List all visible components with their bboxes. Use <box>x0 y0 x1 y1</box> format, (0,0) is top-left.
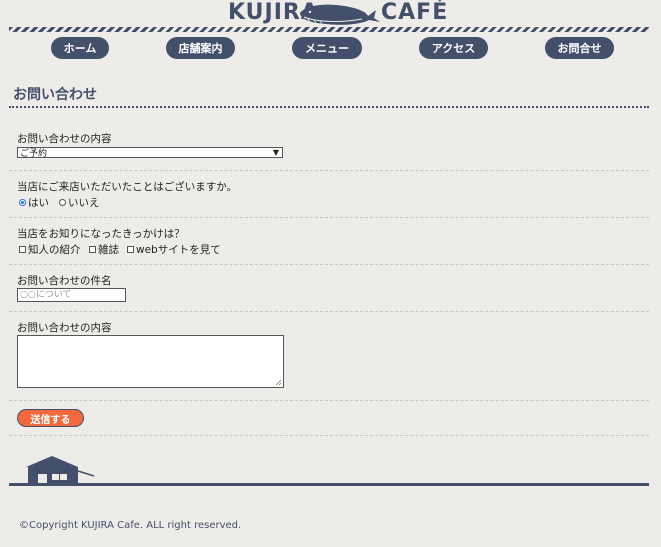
checkbox-web[interactable] <box>127 246 134 253</box>
main-nav: ホーム 店舗案内 メニュー アクセス お問合せ <box>0 37 661 59</box>
inquiry-type-value: ご予約 <box>20 149 48 159</box>
site-logo[interactable]: KUJIRA CAFÉ <box>0 0 661 28</box>
checkbox-magazine[interactable] <box>89 246 96 253</box>
source-option-magazine-label: 雑誌 <box>98 244 119 256</box>
page-title: お問い合わせ <box>13 87 97 103</box>
subject-label: お問い合わせの件名 <box>17 275 112 287</box>
form-divider <box>9 311 649 312</box>
message-textarea[interactable] <box>17 335 284 388</box>
form-divider <box>9 170 649 171</box>
inquiry-type-select[interactable]: ご予約 ▼ <box>17 147 283 159</box>
form-divider <box>9 217 649 218</box>
house-icon <box>26 456 95 484</box>
header-stripe <box>9 27 649 32</box>
title-divider <box>9 106 649 108</box>
copyright-text: ©Copyright KUJIRA Cafe. ALL right reserv… <box>19 520 242 531</box>
nav-contact[interactable]: お問合せ <box>545 37 614 59</box>
checkbox-friend[interactable] <box>19 246 26 253</box>
nav-store-info[interactable]: 店舗案内 <box>166 37 235 59</box>
form-divider <box>9 435 649 436</box>
visited-label: 当店にご来店いただいたことはございますか。 <box>17 181 238 193</box>
nav-menu[interactable]: メニュー <box>292 37 362 59</box>
submit-button[interactable]: 送信する <box>17 409 84 427</box>
nav-home[interactable]: ホーム <box>51 37 109 59</box>
footer-rule <box>9 483 649 486</box>
form-divider <box>9 264 649 265</box>
inquiry-type-label: お問い合わせの内容 <box>17 133 112 145</box>
radio-no[interactable] <box>59 199 66 206</box>
source-label: 当店をお知りになったきっかけは？ <box>17 228 185 240</box>
source-option-magazine[interactable]: 雑誌 <box>89 242 119 257</box>
form-divider <box>9 400 649 401</box>
visited-option-yes-label: はい <box>28 197 49 209</box>
chevron-down-icon: ▼ <box>272 148 279 157</box>
nav-access[interactable]: アクセス <box>419 37 488 59</box>
visited-option-no-label: いいえ <box>68 197 100 209</box>
source-option-web[interactable]: webサイトを見て <box>127 242 221 257</box>
source-option-friend-label: 知人の紹介 <box>28 244 81 256</box>
logo-text-right: CAFÉ <box>381 0 449 25</box>
resize-grip-icon[interactable] <box>275 379 282 386</box>
source-option-friend[interactable]: 知人の紹介 <box>19 242 81 257</box>
radio-yes[interactable] <box>19 199 26 206</box>
visited-option-no[interactable]: いいえ <box>59 195 100 210</box>
source-option-web-label: webサイトを見て <box>136 244 221 256</box>
visited-option-yes[interactable]: はい <box>19 195 49 210</box>
whale-icon <box>300 4 380 25</box>
message-label: お問い合わせの内容 <box>17 322 112 334</box>
subject-input[interactable]: ○○について <box>17 288 126 302</box>
